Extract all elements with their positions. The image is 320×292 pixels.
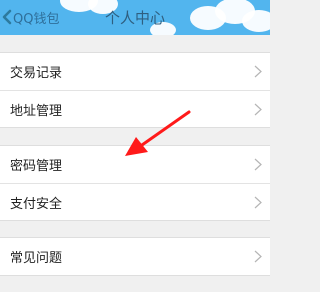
red-pointer-arrow-icon	[125, 110, 191, 156]
